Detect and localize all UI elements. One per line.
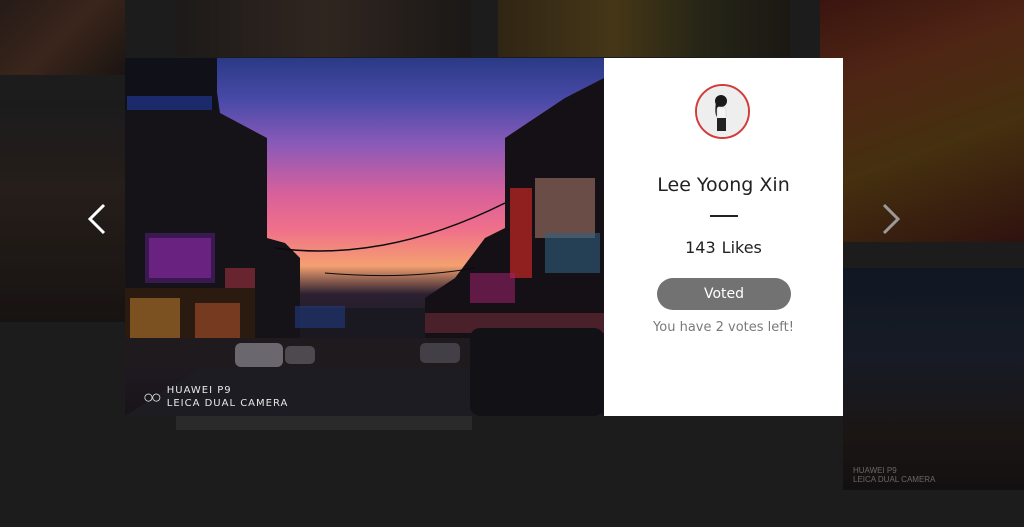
likes-label: Likes bbox=[721, 238, 762, 257]
tile-watermark: HUAWEI P9 LEICA DUAL CAMERA bbox=[853, 466, 935, 484]
featured-photo: ○○ HUAWEI P9 LEICA DUAL CAMERA bbox=[125, 58, 604, 416]
gallery-tile bbox=[176, 416, 472, 430]
likes-number: 143 bbox=[685, 238, 716, 257]
previous-button[interactable] bbox=[82, 201, 112, 237]
next-button[interactable] bbox=[876, 201, 906, 237]
gallery-tile bbox=[0, 0, 125, 75]
gallery-tile bbox=[820, 0, 1024, 242]
gallery-tile: HUAWEI P9 LEICA DUAL CAMERA bbox=[843, 268, 1024, 490]
divider bbox=[710, 215, 738, 217]
gallery-tile bbox=[498, 0, 790, 57]
user-avatar-icon bbox=[697, 86, 748, 137]
tile-watermark-line2: LEICA DUAL CAMERA bbox=[853, 475, 936, 484]
votes-remaining-text: You have 2 votes left! bbox=[653, 320, 794, 335]
likes-count: 143 Likes bbox=[604, 238, 843, 257]
camera-watermark: ○○ HUAWEI P9 LEICA DUAL CAMERA bbox=[143, 384, 288, 410]
entry-info-card: Lee Yoong Xin 143 Likes Voted You have 2 … bbox=[604, 58, 843, 416]
gallery-tile bbox=[176, 0, 471, 57]
camera-brand: HUAWEI P9 bbox=[166, 385, 232, 396]
camera-model: LEICA DUAL CAMERA bbox=[166, 398, 289, 409]
chevron-right-icon bbox=[882, 203, 901, 235]
avatar bbox=[695, 84, 750, 139]
tile-watermark-line1: HUAWEI P9 bbox=[853, 466, 897, 475]
street-scene-illustration bbox=[125, 58, 604, 416]
voted-button[interactable]: Voted bbox=[657, 278, 791, 310]
chevron-left-icon bbox=[87, 203, 106, 235]
contestant-name: Lee Yoong Xin bbox=[657, 174, 790, 196]
leica-rings-icon: ○○ bbox=[143, 386, 162, 407]
